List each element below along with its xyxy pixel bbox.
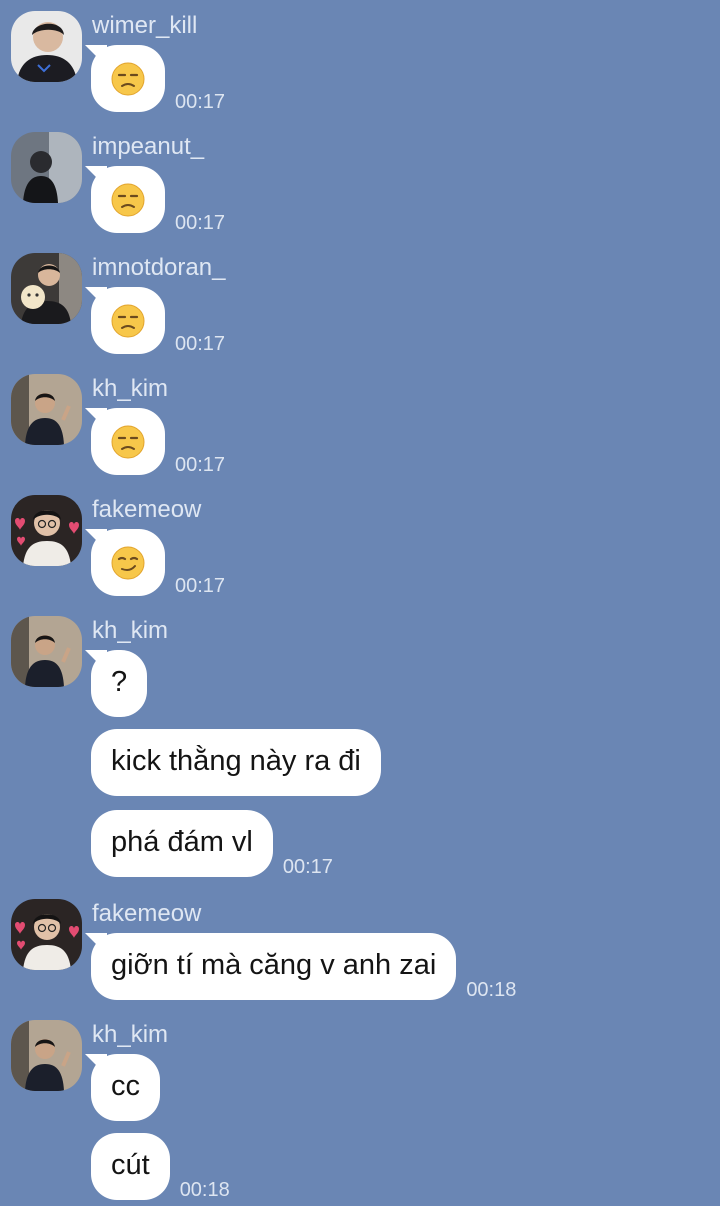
avatar[interactable]: [11, 374, 82, 445]
avatar[interactable]: [11, 1020, 82, 1091]
message-bubble[interactable]: [91, 45, 165, 112]
message-row: 00:17: [91, 45, 226, 113]
message-bubble[interactable]: giỡn tí mà căng v anh zai: [91, 933, 457, 1000]
message-row: ?: [91, 650, 148, 717]
message-time: 00:17: [175, 575, 226, 597]
username[interactable]: fakemeow: [92, 496, 201, 524]
message-bubble[interactable]: kick thằng này ra đi: [91, 729, 381, 796]
message-row: cc: [91, 1054, 160, 1121]
message-row: 00:17: [91, 287, 226, 355]
avatar-image: [11, 495, 82, 566]
avatar[interactable]: [11, 495, 82, 566]
message-row: 00:17: [91, 408, 226, 476]
username[interactable]: wimer_kill: [92, 12, 197, 40]
message-bubble[interactable]: phá đám vl: [91, 810, 273, 877]
message-row: kick thằng này ra đi: [91, 729, 381, 796]
avatar-image: [11, 132, 82, 203]
avatar-image: [11, 616, 82, 687]
username[interactable]: imnotdoran_: [92, 254, 225, 282]
message-bubble[interactable]: [91, 166, 165, 233]
smirking-face-icon: [111, 546, 145, 579]
message-time: 00:17: [175, 212, 226, 234]
message-time: 00:17: [175, 454, 226, 476]
message-time: 00:17: [175, 91, 226, 113]
username[interactable]: kh_kim: [92, 375, 168, 403]
avatar[interactable]: [11, 899, 82, 970]
message-row: phá đám vl 00:17: [91, 810, 333, 878]
avatar[interactable]: [11, 132, 82, 203]
message-bubble[interactable]: [91, 287, 165, 354]
avatar[interactable]: [11, 253, 82, 324]
avatar-image: [11, 253, 82, 324]
avatar[interactable]: [11, 11, 82, 82]
username[interactable]: impeanut_: [92, 133, 204, 161]
message-time: 00:18: [466, 979, 517, 1001]
message-bubble[interactable]: [91, 408, 165, 475]
avatar-image: [11, 11, 82, 82]
message-time: 00:17: [282, 856, 333, 878]
message-bubble[interactable]: cc: [91, 1054, 160, 1121]
username[interactable]: kh_kim: [92, 1021, 168, 1049]
message-time: 00:18: [179, 1179, 230, 1201]
avatar-image: [11, 899, 82, 970]
message-row: 00:17: [91, 529, 226, 597]
username[interactable]: kh_kim: [92, 617, 168, 645]
message-row: giỡn tí mà căng v anh zai 00:18: [91, 933, 517, 1001]
message-time: 00:17: [175, 333, 226, 355]
unamused-face-icon: [111, 425, 145, 458]
unamused-face-icon: [111, 183, 145, 216]
message-bubble[interactable]: ?: [91, 650, 148, 717]
avatar-image: [11, 374, 82, 445]
avatar[interactable]: [11, 616, 82, 687]
unamused-face-icon: [111, 304, 145, 337]
avatar-image: [11, 1020, 82, 1091]
username[interactable]: fakemeow: [92, 900, 201, 928]
message-bubble[interactable]: cút: [91, 1133, 170, 1200]
message-bubble[interactable]: [91, 529, 165, 596]
unamused-face-icon: [111, 62, 145, 95]
message-row: 00:17: [91, 166, 226, 234]
message-row: cút 00:18: [91, 1133, 230, 1201]
